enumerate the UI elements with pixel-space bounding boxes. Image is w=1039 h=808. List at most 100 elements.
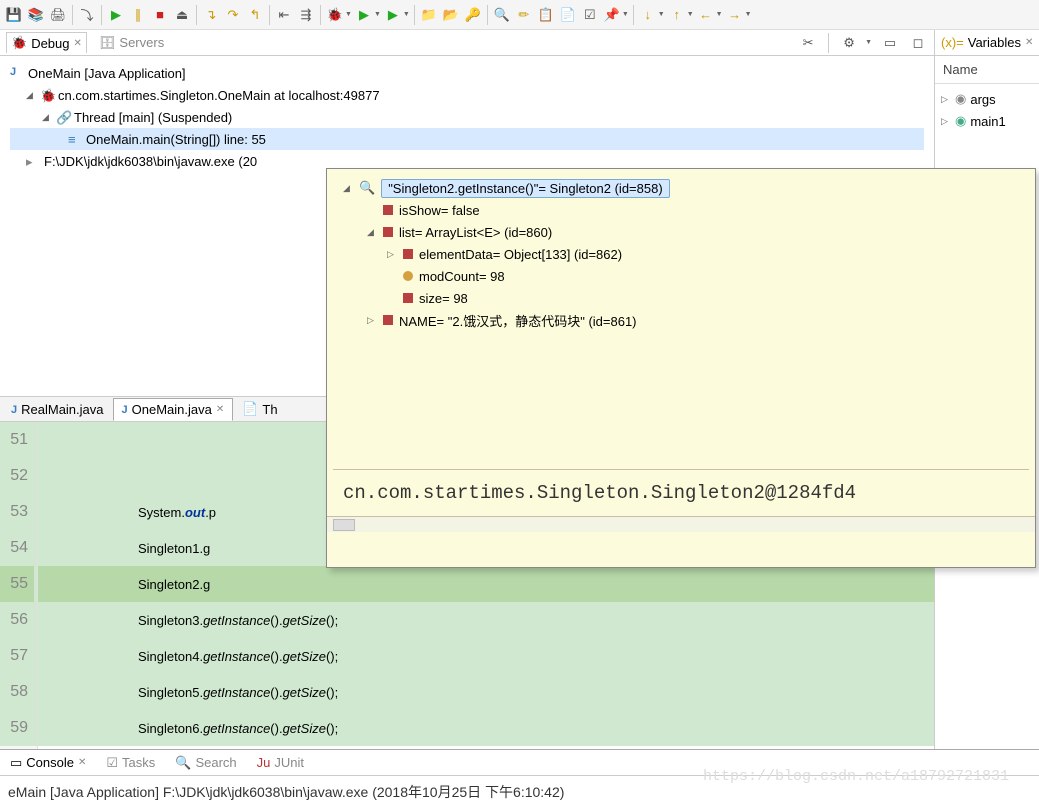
expand-icon[interactable]: ▷ (367, 315, 377, 326)
print-icon[interactable]: 🖨 (48, 5, 68, 25)
inspect-root[interactable]: ◢ 🔍 "Singleton2.getInstance()"= Singleto… (339, 177, 1023, 199)
variable-main1[interactable]: ▷ ◉ main1 (937, 110, 1037, 132)
expand-icon[interactable]: ▷ (941, 94, 951, 105)
skip-bp-icon[interactable]: ⤵ (77, 5, 97, 25)
tab-servers[interactable]: 🗄 Servers (95, 33, 168, 53)
prev-anno-icon[interactable]: ↑ (667, 5, 687, 25)
separator (196, 5, 197, 25)
inspect-field[interactable]: ◢ list= ArrayList<E> (id=860) (339, 221, 1023, 243)
task-icon[interactable]: ☑ (580, 5, 600, 25)
close-icon[interactable]: ✕ (1025, 37, 1033, 48)
dropdown-arrow-icon[interactable]: ▼ (865, 39, 872, 46)
tab-console[interactable]: ▭ Console ✕ (6, 753, 90, 773)
inspect-tostring: cn.com.startimes.Singleton.Singleton2@12… (327, 470, 1035, 516)
tab-debug[interactable]: 🐞 Debug ✕ (6, 32, 87, 53)
debug-panel-header: 🐞 Debug ✕ 🗄 Servers ✂ ⚙ ▼ ▭ ◻ (0, 30, 934, 56)
variables-icon: (x)= (941, 35, 964, 50)
debug-target-node[interactable]: ◢ 🐞 cn.com.startimes.Singleton.OneMain a… (10, 84, 924, 106)
variable-args[interactable]: ▷ ◉ args (937, 88, 1037, 110)
separator (828, 33, 829, 53)
remove-terminated-icon[interactable]: ✂ (798, 33, 818, 53)
save-all-icon[interactable]: 📚 (26, 5, 46, 25)
editor-tab-onemain[interactable]: J OneMain.java ✕ (113, 398, 234, 421)
close-icon[interactable]: ✕ (78, 757, 86, 768)
resume-icon[interactable]: ▶ (106, 5, 126, 25)
dropdown-arrow-icon[interactable]: ▼ (345, 11, 352, 18)
highlight-icon[interactable]: ✏ (514, 5, 534, 25)
dropdown-arrow-icon[interactable]: ▼ (658, 11, 665, 18)
inspect-field[interactable]: isShow= false (339, 199, 1023, 221)
expand-icon[interactable]: ▷ (941, 116, 951, 127)
stop-icon[interactable]: ■ (150, 5, 170, 25)
launch-node[interactable]: J OneMain [Java Application] (10, 62, 924, 84)
step-into-icon[interactable]: ↴ (201, 5, 221, 25)
code-line[interactable]: Singleton3.getInstance().getSize(); (38, 602, 934, 638)
tab-label: OneMain.java (132, 402, 212, 417)
tab-junit[interactable]: Ju JUnit (253, 753, 308, 772)
tab-label: Th (262, 402, 277, 417)
new-icon[interactable]: 📁 (419, 5, 439, 25)
tab-search[interactable]: 🔍 Search (171, 753, 240, 773)
dropdown-arrow-icon[interactable]: ▼ (403, 11, 410, 18)
popup-scrollbar[interactable] (327, 516, 1035, 532)
tab-label: Tasks (122, 755, 155, 770)
collapse-icon[interactable]: ◢ (42, 112, 52, 123)
step-over-icon[interactable]: ↷ (223, 5, 243, 25)
back-nav-icon[interactable]: ← (696, 5, 716, 25)
separator (633, 5, 634, 25)
run-icon[interactable]: ▶ (354, 5, 374, 25)
line-gutter: 51 52 53 54 55 56 57 58 59 (0, 422, 38, 749)
editor-tab-realmain[interactable]: J RealMain.java (2, 398, 113, 421)
search-icon[interactable]: 🔍 (492, 5, 512, 25)
code-line[interactable]: Singleton6.getInstance().getSize(); (38, 710, 934, 746)
code-text: Singleton2.g (138, 577, 210, 592)
step-filters-icon[interactable]: ⇶ (296, 5, 316, 25)
pause-icon[interactable]: ∥ (128, 5, 148, 25)
outline-icon[interactable]: 📄 (558, 5, 578, 25)
fwd-nav-icon[interactable]: → (725, 5, 745, 25)
line-number: 55 (0, 566, 37, 602)
pin-icon[interactable]: 📌 (602, 5, 622, 25)
bug-icon[interactable]: 🐞 (325, 5, 345, 25)
code-line[interactable]: Singleton4.getInstance().getSize(); (38, 638, 934, 674)
column-header-name[interactable]: Name (935, 56, 1039, 84)
stack-frame-node[interactable]: ≡ OneMain.main(String[]) line: 55 (10, 128, 924, 150)
save-icon[interactable]: 💾 (4, 5, 24, 25)
editor-tab-th[interactable]: 📄 Th (233, 397, 286, 421)
field-icon (383, 227, 393, 237)
collapse-icon[interactable]: ◢ (343, 183, 353, 194)
dropdown-arrow-icon[interactable]: ▼ (716, 11, 723, 18)
tab-tasks[interactable]: ☑ Tasks (102, 753, 159, 773)
maximize-icon[interactable]: ◻ (908, 33, 928, 53)
minimize-icon[interactable]: ▭ (880, 33, 900, 53)
open-type-icon[interactable]: 🔑 (463, 5, 483, 25)
dropdown-arrow-icon[interactable]: ▼ (374, 11, 381, 18)
code-line[interactable]: Singleton5.getInstance().getSize(); (38, 674, 934, 710)
dropdown-arrow-icon[interactable]: ▼ (687, 11, 694, 18)
inspect-field[interactable]: ▷ elementData= Object[133] (id=862) (339, 243, 1023, 265)
collapse-icon[interactable]: ◢ (367, 227, 377, 238)
expand-icon[interactable]: ▷ (387, 249, 397, 260)
disconnect-icon[interactable]: ⏏ (172, 5, 192, 25)
inspect-field[interactable]: size= 98 (339, 287, 1023, 309)
close-icon[interactable]: ✕ (74, 38, 82, 49)
close-icon[interactable]: ✕ (216, 404, 224, 415)
code-line-current[interactable]: Singleton2.g (38, 566, 934, 602)
drop-frame-icon[interactable]: ⇤ (274, 5, 294, 25)
collapse-icon[interactable]: ◢ (26, 90, 36, 101)
step-return-icon[interactable]: ↰ (245, 5, 265, 25)
thread-node[interactable]: ◢ 🔗 Thread [main] (Suspended) (10, 106, 924, 128)
inspect-field[interactable]: ▷ NAME= "2.饿汉式，静态代码块" (id=861) (339, 309, 1023, 331)
view-menu-icon[interactable]: ⚙ (839, 33, 859, 53)
process-icon: ▸ (26, 154, 40, 168)
dropdown-arrow-icon[interactable]: ▼ (745, 11, 752, 18)
next-anno-icon[interactable]: ↓ (638, 5, 658, 25)
scrollbar-thumb[interactable] (333, 519, 355, 531)
code-text: (); (326, 685, 338, 700)
open-icon[interactable]: 📂 (441, 5, 461, 25)
inspect-field[interactable]: modCount= 98 (339, 265, 1023, 287)
dropdown-arrow-icon[interactable]: ▼ (622, 11, 629, 18)
mark-icon[interactable]: 📋 (536, 5, 556, 25)
run-last-icon[interactable]: ▶ (383, 5, 403, 25)
code-method: getSize (283, 613, 326, 628)
